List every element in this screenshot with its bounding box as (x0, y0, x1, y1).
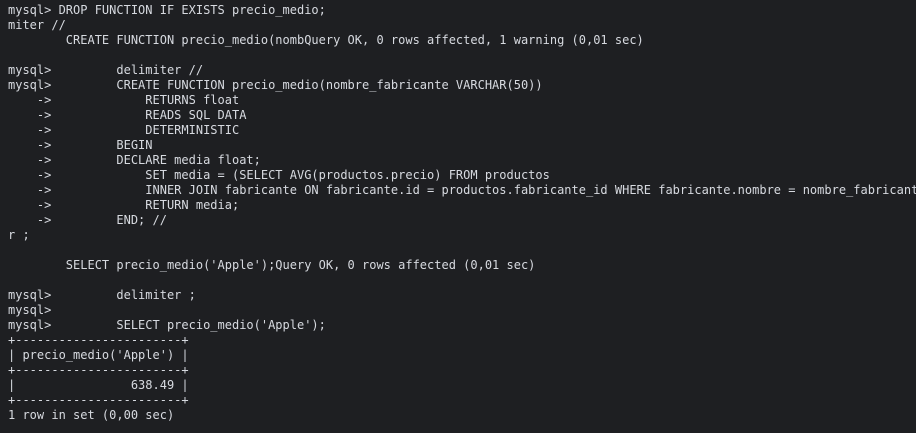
terminal-line: -> READS SQL DATA (8, 108, 247, 122)
terminal-line: mysql> CREATE FUNCTION precio_medio(nomb… (8, 78, 543, 92)
terminal-line: CREATE FUNCTION precio_medio(nombQuery O… (8, 33, 644, 47)
terminal-line: -> END; // (8, 213, 167, 227)
terminal-line: -> DECLARE media float; (8, 153, 261, 167)
terminal-line: mysql> delimiter // (8, 63, 204, 77)
terminal-output[interactable]: mysql> DROP FUNCTION IF EXISTS precio_me… (0, 0, 916, 433)
result-table-border: +-----------------------+ (8, 393, 189, 407)
terminal-line: mysql> SELECT precio_medio('Apple'); (8, 318, 326, 332)
terminal-line: r ; (8, 228, 30, 242)
result-table-border: +-----------------------+ (8, 363, 189, 377)
terminal-line: -> BEGIN (8, 138, 153, 152)
terminal-line: -> RETURN media; (8, 198, 240, 212)
terminal-line: -> RETURNS float (8, 93, 240, 107)
terminal-line: -> INNER JOIN fabricante ON fabricante.i… (8, 183, 916, 197)
terminal-line: mysql> delimiter ; (8, 288, 196, 302)
result-table-header: | precio_medio('Apple') | (8, 348, 189, 362)
terminal-line: mysql> (8, 303, 52, 317)
terminal-line: SELECT precio_medio('Apple');Query OK, 0… (8, 258, 536, 272)
terminal-line: -> DETERMINISTIC (8, 123, 240, 137)
terminal-line: mysql> DROP FUNCTION IF EXISTS precio_me… (8, 3, 326, 17)
result-table-border: +-----------------------+ (8, 333, 189, 347)
result-summary: 1 row in set (0,00 sec) (8, 408, 175, 422)
terminal-line: miter // (8, 18, 66, 32)
terminal-line: -> SET media = (SELECT AVG(productos.pre… (8, 168, 550, 182)
result-table-row: | 638.49 | (8, 378, 189, 392)
